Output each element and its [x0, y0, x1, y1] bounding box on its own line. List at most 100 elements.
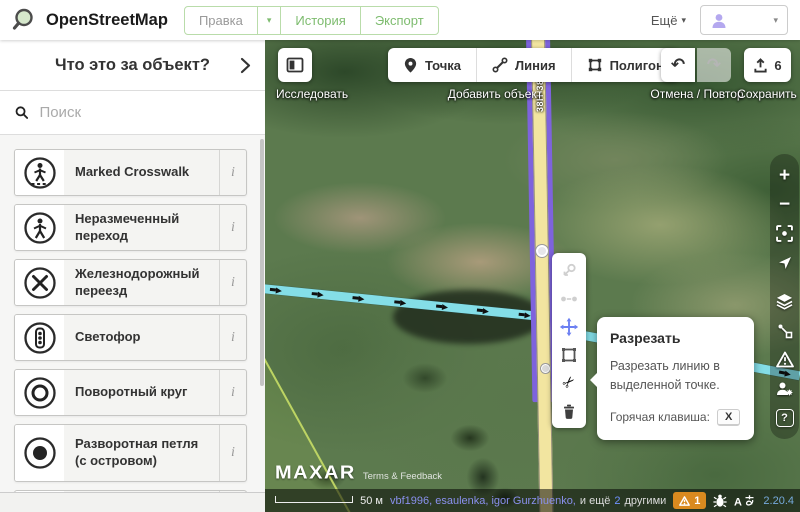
- preset-turning-loop[interactable]: Разворотная петля (с островом) i: [14, 424, 247, 482]
- add-line-label: Линия: [515, 58, 556, 73]
- hotkey-key: X: [717, 409, 740, 426]
- help-button[interactable]: ?: [772, 405, 797, 430]
- redo-button[interactable]: ↷: [697, 48, 731, 82]
- contributors-text: и ещё: [580, 495, 611, 507]
- map-controls: + −: [770, 154, 799, 439]
- search-icon: [15, 105, 28, 120]
- preset-info-button[interactable]: i: [219, 205, 246, 250]
- preset-info-button[interactable]: i: [219, 260, 246, 305]
- zoom-in-button[interactable]: +: [772, 163, 797, 188]
- maxar-logo[interactable]: MAXAR: [275, 463, 356, 484]
- save-button[interactable]: 6: [744, 48, 791, 82]
- status-bar: 50 м vbf1996, esaulenka, igor Gurzhuenko…: [265, 489, 800, 512]
- turning-circle-icon: [15, 370, 64, 415]
- sidebar-footer: [0, 492, 265, 512]
- preferences-button[interactable]: [772, 376, 797, 401]
- zoom-out-button[interactable]: −: [772, 192, 797, 217]
- scissors-icon: ✂: [559, 373, 579, 393]
- avatar-icon: [710, 12, 728, 29]
- upload-icon: [753, 57, 768, 74]
- add-line-button[interactable]: Линия: [477, 48, 572, 82]
- preset-marked-crosswalk[interactable]: Marked Crosswalk i: [14, 149, 247, 196]
- traffic-signals-icon: [15, 315, 64, 360]
- search-bar: [0, 91, 265, 135]
- report-bug-button[interactable]: [713, 493, 727, 508]
- user-menu-button[interactable]: ▾: [700, 5, 788, 35]
- flow-arrow-icon: [477, 307, 490, 314]
- contributor-links[interactable]: vbf1996, esaulenka, igor Gurzhuenko,: [390, 495, 576, 507]
- issues-button[interactable]: [772, 347, 797, 372]
- flow-arrow-icon: [394, 299, 407, 306]
- save-label: Сохранить: [729, 87, 800, 101]
- chevron-right-icon[interactable]: [240, 57, 251, 79]
- edit-dropdown-caret[interactable]: ▾: [258, 7, 282, 34]
- browse-mode-button[interactable]: [278, 48, 312, 82]
- flow-arrow-icon: [270, 286, 283, 293]
- point-icon: [403, 57, 418, 73]
- extract-point-button[interactable]: [557, 260, 581, 281]
- preset-info-button[interactable]: i: [219, 150, 246, 195]
- hotkey-label: Горячая клавиша:: [610, 410, 710, 424]
- geolocate-button[interactable]: [772, 250, 797, 275]
- trash-icon: [560, 402, 578, 420]
- delete-button[interactable]: [557, 400, 581, 421]
- export-button[interactable]: Экспорт: [361, 7, 438, 34]
- background-layers-button[interactable]: [772, 289, 797, 314]
- issues-count-badge[interactable]: 1: [673, 492, 706, 509]
- translate-button[interactable]: A: [734, 494, 756, 508]
- sidebar-scrollbar[interactable]: [260, 139, 264, 386]
- imagery-attribution: MAXAR Terms & Feedback: [275, 462, 442, 485]
- more-menu[interactable]: Ещё ▾: [651, 13, 686, 28]
- preset-label: Marked Crosswalk: [64, 150, 219, 195]
- zoom-to-selection-button[interactable]: [772, 221, 797, 246]
- edit-button[interactable]: Правка: [185, 7, 258, 34]
- add-point-button[interactable]: Точка: [388, 48, 477, 82]
- more-label: Ещё: [651, 13, 678, 28]
- warning-triangle-icon: [679, 496, 690, 506]
- navigation-arrow-icon: [777, 255, 793, 271]
- sidebar-title: Что это за объект?: [55, 56, 210, 75]
- disconnect-button[interactable]: [557, 288, 581, 309]
- preset-unmarked-crossing[interactable]: Неразмеченный переход i: [14, 204, 247, 251]
- chevron-down-icon: ▾: [773, 15, 778, 26]
- version-link[interactable]: 2.20.4: [763, 495, 794, 507]
- preset-level-crossing[interactable]: Железнодорожный переезд i: [14, 259, 247, 306]
- map-canvas[interactable]: 38Н-387 Исследовать Точка: [265, 40, 800, 512]
- search-input[interactable]: [39, 104, 250, 121]
- warning-triangle-icon: [776, 351, 794, 368]
- map-data-button[interactable]: [772, 318, 797, 343]
- undo-redo-group: ↶ ↷: [661, 48, 731, 82]
- add-feature-group: Точка Линия Полигон: [388, 48, 679, 82]
- osm-logo-icon: [12, 7, 38, 33]
- contributor-count-link[interactable]: 2: [614, 495, 620, 507]
- preset-label: Разворотная петля (с островом): [64, 425, 219, 481]
- preset-traffic-signals[interactable]: Светофор i: [14, 314, 247, 361]
- move-button[interactable]: [557, 316, 581, 337]
- preset-info-button[interactable]: i: [219, 370, 246, 415]
- plus-icon: +: [779, 166, 790, 185]
- preset-list: Marked Crosswalk i Неразмеченный переход…: [0, 135, 265, 492]
- bug-icon: [713, 493, 727, 508]
- frame-icon: [776, 225, 793, 242]
- add-point-label: Точка: [425, 58, 461, 73]
- osm-brand[interactable]: OpenStreetMap: [12, 7, 168, 33]
- save-count-badge: 6: [774, 58, 781, 73]
- history-button[interactable]: История: [281, 7, 360, 34]
- preset-info-button[interactable]: i: [219, 315, 246, 360]
- flow-arrow-icon: [435, 303, 448, 310]
- sidebar-header: Что это за объект?: [0, 40, 265, 91]
- terms-feedback-link[interactable]: Terms & Feedback: [363, 471, 442, 482]
- vertex-node[interactable]: [541, 364, 550, 373]
- level-crossing-icon: [15, 260, 64, 305]
- pedestrian-icon: [15, 205, 64, 250]
- undo-button[interactable]: ↶: [661, 48, 695, 82]
- tooltip-title: Разрезать: [610, 330, 741, 346]
- top-navbar: OpenStreetMap Правка ▾ История Экспорт Е…: [0, 0, 800, 40]
- preset-turning-circle[interactable]: Поворотный круг i: [14, 369, 247, 416]
- split-button[interactable]: ✂: [557, 372, 581, 393]
- scale-bar: [275, 496, 353, 503]
- tooltip-description: Разрезать линию в выделенной точке.: [610, 357, 741, 396]
- orthogonalize-button[interactable]: [557, 344, 581, 365]
- selected-vertex-node[interactable]: [536, 245, 548, 257]
- preset-info-button[interactable]: i: [219, 425, 246, 481]
